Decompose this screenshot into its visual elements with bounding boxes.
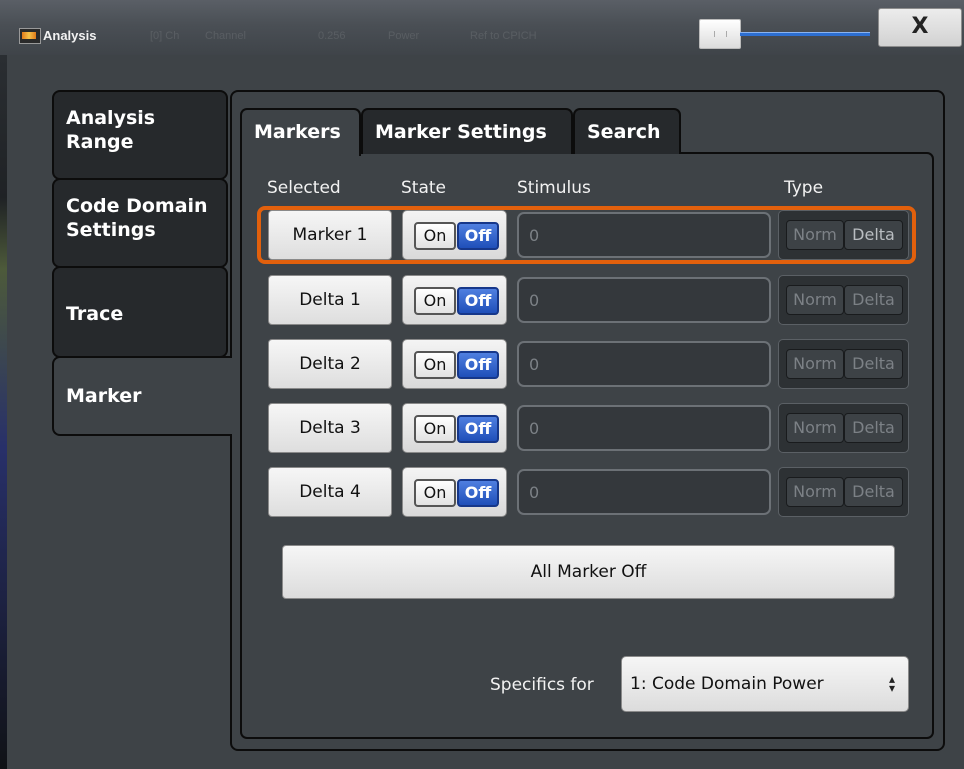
marker-row: Delta 1 On Off 0 Norm Delta [0,275,964,337]
tab-marker-settings[interactable]: Marker Settings [361,108,573,154]
stimulus-input[interactable]: 0 [517,212,771,258]
type-norm-button[interactable]: Norm [786,477,844,507]
transparency-slider-track[interactable] [740,32,870,36]
type-norm-button[interactable]: Norm [786,413,844,443]
marker-select-button[interactable]: Marker 1 [268,210,392,260]
background-ghost-text: Ref to CPICH [470,30,537,42]
marker-row: Delta 4 On Off 0 Norm Delta [0,467,964,529]
background-ghost-text: 0.256 [318,30,346,42]
tab-search[interactable]: Search [573,108,681,154]
type-delta-button[interactable]: Delta [844,477,903,507]
state-on-button[interactable]: On [414,479,456,507]
state-off-button[interactable]: Off [457,415,499,443]
transparency-slider-thumb[interactable] [699,19,741,49]
specifics-for-select[interactable]: 1: Code Domain Power ▴ ▾ [621,656,909,712]
marker-state-toggle[interactable]: On Off [402,339,507,389]
column-header-stimulus: Stimulus [517,178,591,198]
marker-row: Delta 2 On Off 0 Norm Delta [0,339,964,401]
type-norm-button[interactable]: Norm [786,220,844,250]
marker-state-toggle[interactable]: On Off [402,210,507,260]
title-bar: Analysis [0] Ch Channel 0.256 Power Ref … [0,0,964,55]
stimulus-input[interactable]: 0 [517,469,771,515]
side-tab-label: Analysis Range [66,107,156,153]
state-off-button[interactable]: Off [457,351,499,379]
marker-type-toggle[interactable]: Norm Delta [778,275,909,325]
side-tab-analysis-range[interactable]: Analysis Range [52,90,228,180]
background-ghost-text: Power [388,30,420,42]
tab-label: Search [587,121,661,143]
app-icon [19,28,41,44]
state-on-button[interactable]: On [414,415,456,443]
column-header-type: Type [784,178,824,198]
marker-select-button[interactable]: Delta 3 [268,403,392,453]
marker-type-toggle[interactable]: Norm Delta [778,210,909,260]
marker-type-toggle[interactable]: Norm Delta [778,339,909,389]
specifics-selected-value: 1: Code Domain Power [630,674,824,694]
stimulus-input[interactable]: 0 [517,405,771,451]
marker-select-button[interactable]: Delta 2 [268,339,392,389]
background-ghost-text: [0] Ch [150,30,180,42]
type-delta-button[interactable]: Delta [844,349,903,379]
stimulus-input[interactable]: 0 [517,277,771,323]
state-on-button[interactable]: On [414,351,456,379]
tab-label: Markers [254,121,341,143]
select-updown-icon: ▴ ▾ [888,672,896,695]
stimulus-input[interactable]: 0 [517,341,771,387]
state-on-button[interactable]: On [414,222,456,250]
marker-state-toggle[interactable]: On Off [402,467,507,517]
type-delta-button[interactable]: Delta [844,220,903,250]
close-button[interactable]: X [878,8,962,47]
all-marker-off-button[interactable]: All Marker Off [282,545,895,599]
marker-select-button[interactable]: Delta 1 [268,275,392,325]
marker-state-toggle[interactable]: On Off [402,275,507,325]
state-off-button[interactable]: Off [457,479,499,507]
tab-markers[interactable]: Markers [240,108,361,156]
state-off-button[interactable]: Off [457,222,499,250]
column-header-selected: Selected [267,178,341,198]
type-delta-button[interactable]: Delta [844,413,903,443]
state-on-button[interactable]: On [414,287,456,315]
type-norm-button[interactable]: Norm [786,285,844,315]
marker-row: Marker 1 On Off 0 Norm Delta [0,210,964,272]
window-title: Analysis [43,28,97,43]
tab-label: Marker Settings [375,121,547,143]
state-off-button[interactable]: Off [457,287,499,315]
type-norm-button[interactable]: Norm [786,349,844,379]
marker-row: Delta 3 On Off 0 Norm Delta [0,403,964,465]
type-delta-button[interactable]: Delta [844,285,903,315]
marker-type-toggle[interactable]: Norm Delta [778,403,909,453]
column-header-state: State [401,178,446,198]
marker-state-toggle[interactable]: On Off [402,403,507,453]
background-ghost-text: Channel [205,30,246,42]
specifics-for-label: Specifics for [490,675,594,695]
marker-select-button[interactable]: Delta 4 [268,467,392,517]
marker-type-toggle[interactable]: Norm Delta [778,467,909,517]
